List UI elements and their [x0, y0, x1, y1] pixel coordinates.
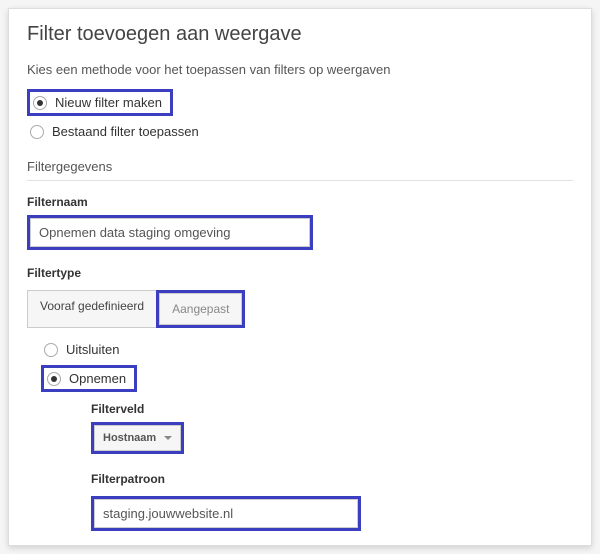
- filter-type-predefined-button[interactable]: Vooraf gedefinieerd: [27, 290, 156, 328]
- filter-pattern-label: Filterpatroon: [91, 472, 573, 486]
- method-new-filter-row[interactable]: Nieuw filter maken: [27, 89, 573, 116]
- highlight-custom: Aangepast: [156, 290, 245, 328]
- filter-field-value: Hostnaam: [103, 432, 156, 444]
- method-existing-filter-label: Bestaand filter toepassen: [52, 124, 199, 139]
- highlight-filter-pattern: [91, 496, 361, 531]
- mode-include-row[interactable]: Opnemen: [41, 365, 573, 392]
- highlight-filter-name: [27, 215, 313, 250]
- page-title: Filter toevoegen aan weergave: [27, 23, 573, 46]
- filter-field-label: Filterveld: [91, 402, 573, 416]
- filter-pattern-input[interactable]: [94, 499, 358, 528]
- mode-include-label: Opnemen: [69, 371, 126, 386]
- highlight-filter-field: Hostnaam: [91, 422, 184, 454]
- filter-field-dropdown[interactable]: Hostnaam: [94, 425, 181, 451]
- section-title: Filtergegevens: [27, 159, 573, 181]
- radio-icon: [44, 343, 58, 357]
- filter-type-segmented: Vooraf gedefinieerd Aangepast: [27, 290, 245, 328]
- radio-icon: [33, 96, 47, 110]
- filter-type-label: Filtertype: [27, 266, 573, 280]
- filter-type-custom-button[interactable]: Aangepast: [159, 293, 242, 325]
- method-description: Kies een methode voor het toepassen van …: [27, 62, 573, 77]
- mode-exclude-label: Uitsluiten: [66, 342, 119, 357]
- chevron-down-icon: [164, 436, 172, 440]
- filter-panel: Filter toevoegen aan weergave Kies een m…: [8, 8, 592, 546]
- mode-exclude-row[interactable]: Uitsluiten: [44, 342, 573, 357]
- method-new-filter-label: Nieuw filter maken: [55, 95, 162, 110]
- highlight-include: Opnemen: [41, 365, 137, 392]
- radio-icon: [30, 125, 44, 139]
- filter-name-label: Filternaam: [27, 195, 573, 209]
- filter-name-input[interactable]: [30, 218, 310, 247]
- radio-icon: [47, 372, 61, 386]
- method-existing-filter-row[interactable]: Bestaand filter toepassen: [30, 124, 573, 139]
- highlight-new-filter: Nieuw filter maken: [27, 89, 173, 116]
